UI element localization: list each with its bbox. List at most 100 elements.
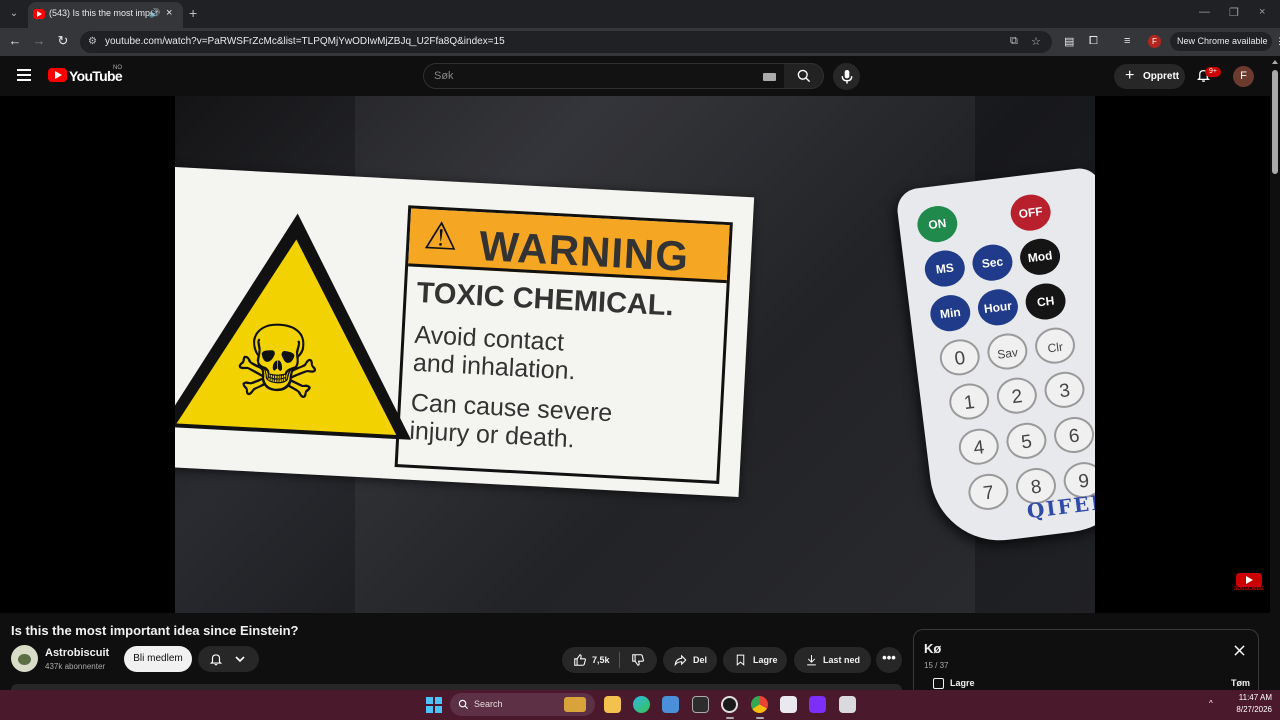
back-button[interactable]: ← xyxy=(7,33,23,49)
video-frame[interactable]: ☠ ⚠ WARNING TOXIC CHEMICAL. Avoid contac… xyxy=(175,96,1095,613)
bookmark-star-icon[interactable]: ☆ xyxy=(1031,35,1041,48)
windows-taskbar: Search ^ 11:47 AM 8/27/2026 xyxy=(0,690,1280,720)
microphone-icon xyxy=(841,69,852,84)
minimize-button[interactable]: — xyxy=(1199,6,1210,18)
account-avatar[interactable]: F xyxy=(1233,66,1254,87)
windows-start-icon[interactable] xyxy=(426,697,442,713)
save-queue-label[interactable]: Lagre xyxy=(950,678,975,688)
page-scrollbar[interactable] xyxy=(1270,56,1280,690)
chrome-profile-avatar[interactable]: F xyxy=(1148,35,1161,48)
thumbs-down-icon[interactable] xyxy=(631,653,645,667)
remote-on-button: ON xyxy=(915,203,960,245)
remote-min-button: Min xyxy=(928,292,973,334)
file-explorer-icon[interactable] xyxy=(604,696,621,713)
new-chrome-available-button[interactable]: New Chrome available ⋮ xyxy=(1170,32,1280,51)
subscriber-count: 437k abonnenter xyxy=(45,662,106,671)
like-divider xyxy=(619,652,620,668)
plus-icon: + xyxy=(1125,67,1135,84)
download-button[interactable]: Last ned xyxy=(794,647,871,673)
remote-sec-button: Sec xyxy=(970,242,1015,283)
search-input[interactable]: Søk xyxy=(423,63,787,89)
menu-icon[interactable] xyxy=(17,69,31,81)
address-bar[interactable]: ⚙ youtube.com/watch?v=PaRWSFrZcMc&list=T… xyxy=(80,31,1052,53)
chrome-active-indicator xyxy=(756,717,764,719)
system-tray-chevron-icon[interactable]: ^ xyxy=(1209,699,1213,708)
speaker-icon[interactable]: 🔊 xyxy=(149,8,160,19)
remote-ms-button: MS xyxy=(922,248,967,289)
obs-icon[interactable] xyxy=(721,696,738,713)
voice-search-button[interactable] xyxy=(833,63,860,90)
app-purple-icon[interactable] xyxy=(809,696,826,713)
skull-crossbones-icon: ☠ xyxy=(230,304,326,421)
share-button[interactable]: Del xyxy=(663,647,717,673)
subscribe-watermark[interactable]: SUBSCRIBE xyxy=(1234,573,1263,593)
extensions-icon[interactable]: ⧠ xyxy=(1089,35,1098,48)
youtube-favicon-icon xyxy=(33,9,45,19)
youtube-logo-icon[interactable] xyxy=(48,68,67,82)
like-count[interactable]: 7,5k xyxy=(592,655,610,665)
taskbar-search-label: Search xyxy=(474,699,503,709)
warning-text-panel: ⚠ WARNING TOXIC CHEMICAL. Avoid contact … xyxy=(394,205,733,484)
channel-avatar[interactable] xyxy=(11,645,38,672)
remote-2-button: 2 xyxy=(994,375,1039,416)
warning-heading: WARNING xyxy=(478,222,691,281)
clock-time[interactable]: 11:47 AM xyxy=(1230,693,1272,702)
clear-queue-button[interactable]: Tøm xyxy=(1231,678,1250,688)
thumbs-up-icon[interactable] xyxy=(573,653,587,667)
more-actions-button[interactable]: ••• xyxy=(876,647,902,673)
store-bag-icon[interactable] xyxy=(839,696,856,713)
remote-6-button: 6 xyxy=(1052,414,1095,456)
close-icon[interactable] xyxy=(1234,645,1245,656)
reload-button[interactable]: ↻ xyxy=(55,33,71,49)
snipping-tool-icon[interactable] xyxy=(692,696,709,713)
scroll-up-arrow-icon[interactable] xyxy=(1272,60,1278,64)
subscribe-play-icon xyxy=(1236,573,1262,587)
remote-1-button: 1 xyxy=(947,381,992,422)
like-dislike-group: 7,5k xyxy=(562,647,657,673)
browser-tab-strip: ⌄ (543) Is this the most impor 🔊 × + — ❐… xyxy=(0,0,1280,28)
store-icon[interactable] xyxy=(662,696,679,713)
download-icon xyxy=(807,655,816,666)
remote-sav-button: Sav xyxy=(985,331,1030,372)
site-info-icon[interactable]: ⚙ xyxy=(88,36,97,47)
edge-icon[interactable] xyxy=(633,696,650,713)
create-button[interactable]: + Opprett xyxy=(1114,64,1185,89)
search-button[interactable] xyxy=(784,63,824,89)
video-player[interactable]: ☠ ⚠ WARNING TOXIC CHEMICAL. Avoid contac… xyxy=(0,96,1270,613)
warning-header: ⚠ WARNING xyxy=(408,208,730,284)
subscription-bell-button[interactable] xyxy=(198,646,259,672)
forward-button[interactable]: → xyxy=(31,33,47,49)
search-placeholder: Søk xyxy=(434,70,454,82)
cast-icon[interactable]: ⧉ xyxy=(1010,35,1018,48)
video-title: Is this the most important idea since Ei… xyxy=(11,623,299,638)
new-chrome-label: New Chrome available xyxy=(1177,36,1268,46)
cause-injury-text: Can cause severe injury or death. xyxy=(409,389,613,455)
close-window-button[interactable]: × xyxy=(1259,6,1265,18)
app-icon[interactable] xyxy=(780,696,797,713)
tab-groups-icon[interactable]: ▤ xyxy=(1064,35,1074,48)
obs-active-indicator xyxy=(726,717,734,719)
chrome-menu-icon[interactable]: ⋮ xyxy=(1275,36,1280,46)
bell-icon xyxy=(209,654,223,666)
join-button[interactable]: Bli medlem xyxy=(124,646,192,672)
tab-search-chevron-icon[interactable]: ⌄ xyxy=(6,6,22,22)
search-highlight-icon xyxy=(564,697,586,712)
keyboard-icon[interactable] xyxy=(763,73,776,81)
scroll-thumb[interactable] xyxy=(1272,70,1278,174)
chrome-icon[interactable] xyxy=(751,696,768,713)
new-tab-button[interactable]: + xyxy=(189,5,197,21)
channel-name[interactable]: Astrobiscuit xyxy=(45,647,109,659)
browser-tab-active[interactable]: (543) Is this the most impor 🔊 × xyxy=(28,2,183,28)
save-label: Lagre xyxy=(753,655,778,665)
create-label: Opprett xyxy=(1143,71,1180,82)
taskbar-search[interactable]: Search xyxy=(450,693,595,716)
remote-off-button: OFF xyxy=(1008,192,1053,233)
media-controls-icon[interactable]: ≡ xyxy=(1124,35,1130,47)
clock-date[interactable]: 8/27/2026 xyxy=(1226,705,1272,714)
tab-close-icon[interactable]: × xyxy=(166,7,172,19)
save-button[interactable]: Lagre xyxy=(723,647,787,673)
restore-button[interactable]: ❐ xyxy=(1229,6,1239,19)
url-text[interactable]: youtube.com/watch?v=PaRWSFrZcMc&list=TLP… xyxy=(105,36,505,47)
bookmark-icon xyxy=(736,654,745,666)
save-queue-checkbox[interactable] xyxy=(933,678,944,689)
